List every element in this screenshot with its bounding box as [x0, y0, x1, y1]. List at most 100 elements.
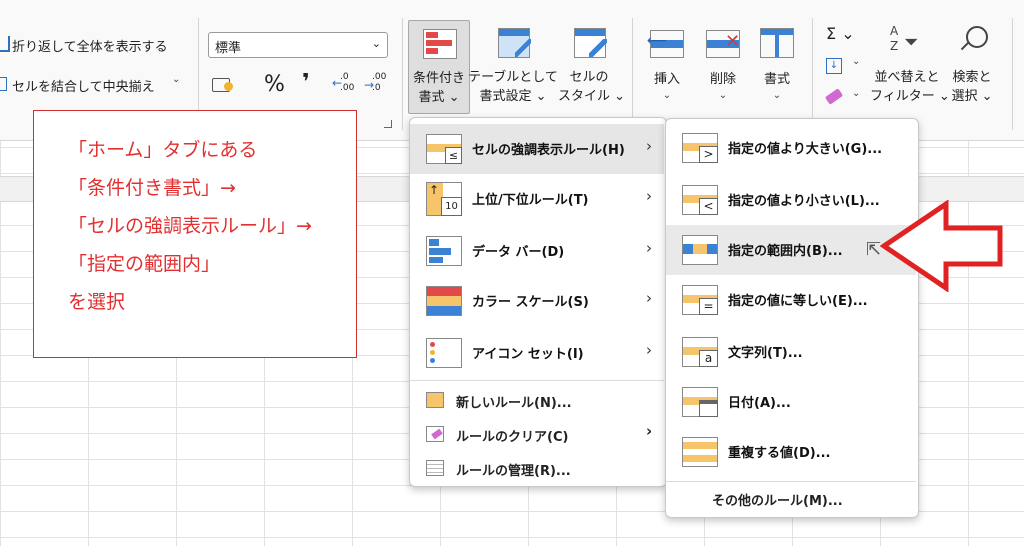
menu-item-icon-sets[interactable]: アイコン セット(I) › — [410, 328, 664, 378]
number-group-launcher-icon[interactable] — [384, 120, 392, 128]
wrap-text-button[interactable]: 折り返して全体を表示する — [0, 34, 180, 56]
menu-item-more-rules[interactable]: その他のルール(M)... — [666, 483, 916, 513]
chevron-right-icon: › — [646, 137, 652, 155]
format-as-table-icon — [498, 28, 531, 58]
format-cells-button[interactable]: 書式 ⌄ — [750, 20, 804, 114]
menu-item-duplicate-values[interactable]: 重複する値(D)... — [666, 427, 916, 477]
text-contains-icon: a — [682, 337, 718, 367]
menu-item-greater-than[interactable]: > 指定の値より大きい(G)... — [666, 123, 916, 173]
conditional-formatting-label-1: 条件付き — [412, 71, 465, 86]
menu-item-label: 文字列(T)... — [728, 346, 803, 361]
instruction-annotation: 「ホーム」タブにある 「条件付き書式」→ 「セルの強調表示ルール」→ 「指定の範… — [33, 110, 357, 358]
equal-to-icon: = — [682, 285, 718, 315]
menu-item-clear-rules[interactable]: ルールのクリア(C) › — [410, 418, 664, 450]
cell-styles-label-2: スタイル ⌄ — [558, 89, 626, 104]
highlight-rules-submenu: > 指定の値より大きい(G)... < 指定の値より小さい(L)... 指定の範… — [665, 118, 919, 518]
find-select-button[interactable]: 検索と 選択 ⌄ — [944, 20, 1000, 114]
menu-item-equal-to[interactable]: = 指定の値に等しい(E)... — [666, 275, 916, 325]
menu-item-label: アイコン セット(I) — [472, 347, 584, 362]
menu-item-label: データ バー(D) — [472, 245, 565, 260]
decrease-decimal-button[interactable]: → .00 .0 — [364, 72, 386, 96]
increase-decimal-button[interactable]: ← .0 .00 — [332, 72, 354, 96]
menu-item-less-than[interactable]: < 指定の値より小さい(L)... — [666, 175, 916, 225]
percent-style-button[interactable]: % — [264, 72, 285, 97]
cell-styles-label-1: セルの — [569, 70, 609, 85]
format-as-table-button[interactable]: テーブルとして 書式設定 ⌄ — [468, 20, 558, 114]
between-icon — [682, 235, 718, 265]
sort-filter-label-1: 並べ替えと — [874, 70, 940, 85]
menu-item-label: 指定の範囲内(B)... — [728, 244, 843, 259]
menu-item-color-scales[interactable]: カラー スケール(S) › — [410, 276, 664, 326]
menu-item-label: セルの強調表示ルール(H) — [472, 143, 625, 158]
mouse-cursor-icon: ⇱ — [866, 239, 882, 260]
chevron-right-icon: › — [646, 239, 652, 257]
chevron-right-icon: › — [646, 187, 652, 205]
sort-filter-icon: A Z ⏷ — [890, 24, 919, 53]
cell-styles-icon — [574, 28, 607, 58]
insert-cells-icon: ⟵ — [647, 30, 684, 58]
find-select-label-2: 選択 ⌄ — [951, 89, 993, 104]
sort-filter-label-2: フィルター ⌄ — [870, 89, 950, 104]
fill-button[interactable]: ↓ ⌄ — [826, 56, 866, 78]
comma-style-button[interactable]: ❜ — [302, 70, 310, 95]
less-than-icon: < — [682, 185, 718, 215]
chevron-down-icon: ⌄ — [662, 90, 672, 101]
manage-rules-icon — [426, 460, 444, 476]
decrease-decimal-label: .00 .0 — [372, 72, 387, 93]
magnifier-icon — [958, 26, 988, 58]
menu-item-between[interactable]: 指定の範囲内(B)... ⇱ — [666, 225, 916, 275]
date-occurring-icon — [682, 387, 718, 417]
menu-item-label: その他のルール(M)... — [712, 494, 843, 509]
chevron-down-icon: ⌄ — [772, 90, 782, 101]
annotation-line-3: 「セルの強調表示ルール」→ — [68, 215, 312, 237]
cell-styles-button[interactable]: セルの スタイル ⌄ — [558, 20, 626, 114]
icon-sets-icon — [426, 338, 462, 368]
find-select-label-1: 検索と — [952, 70, 992, 85]
menu-item-date-occurring[interactable]: 日付(A)... — [666, 377, 916, 427]
increase-decimal-label: .0 .00 — [340, 72, 355, 93]
conditional-formatting-button[interactable]: 条件付き 書式 ⌄ — [408, 20, 470, 114]
merge-center-icon — [0, 77, 7, 91]
new-rule-icon — [426, 392, 444, 408]
chevron-right-icon: › — [646, 422, 653, 440]
menu-item-text-contains[interactable]: a 文字列(T)... — [666, 327, 916, 377]
clear-button[interactable]: ⌄ — [824, 88, 866, 110]
menu-item-label: 指定の値より小さい(L)... — [728, 194, 880, 209]
conditional-formatting-label-2: 書式 ⌄ — [418, 90, 460, 105]
menu-item-data-bars[interactable]: データ バー(D) › — [410, 226, 664, 276]
highlight-rules-icon: ≤ — [426, 134, 462, 164]
format-as-table-label-2: 書式設定 ⌄ — [479, 89, 547, 104]
clear-rules-icon — [426, 426, 444, 442]
menu-item-highlight-rules[interactable]: ≤ セルの強調表示ルール(H) › — [410, 124, 664, 174]
eraser-icon — [824, 88, 844, 105]
annotation-line-2: 「条件付き書式」→ — [68, 177, 236, 199]
chevron-right-icon: › — [646, 341, 652, 359]
pointer-arrow-icon — [880, 200, 1003, 292]
delete-cells-button[interactable]: ✕ 削除 ⌄ — [696, 20, 750, 114]
insert-cells-button[interactable]: ⟵ 挿入 ⌄ — [640, 20, 694, 114]
number-format-select[interactable]: 標準 ⌄ — [208, 32, 388, 58]
annotation-line-4: 「指定の範囲内」 — [68, 253, 221, 275]
delete-cells-icon: ✕ — [706, 30, 740, 58]
duplicate-values-icon — [682, 437, 718, 467]
menu-item-label: 重複する値(D)... — [728, 446, 831, 461]
chevron-down-icon: ⌄ — [371, 37, 381, 50]
menu-item-new-rule[interactable]: 新しいルール(N)... — [410, 384, 664, 416]
sort-filter-button[interactable]: A Z ⏷ 並べ替えと フィルター ⌄ — [870, 20, 950, 114]
annotation-line-1: 「ホーム」タブにある — [68, 139, 258, 161]
menu-item-label: 指定の値に等しい(E)... — [728, 294, 868, 309]
merge-center-dropdown[interactable]: ⌄ — [172, 74, 180, 85]
fill-dropdown: ⌄ — [852, 56, 861, 67]
menu-item-label: 上位/下位ルール(T) — [472, 193, 589, 208]
clear-dropdown: ⌄ — [852, 88, 861, 99]
chevron-down-icon: ⌄ — [718, 90, 728, 101]
menu-item-label: 日付(A)... — [728, 396, 791, 411]
fill-icon: ↓ — [826, 58, 842, 74]
menu-item-top-bottom-rules[interactable]: ↑ 10 上位/下位ルール(T) › — [410, 174, 664, 224]
merge-center-button[interactable]: セルを結合して中央揃え ⌄ — [0, 74, 190, 96]
menu-item-label: カラー スケール(S) — [472, 295, 589, 310]
autosum-button[interactable]: Σ ⌄ — [826, 24, 855, 43]
top-bottom-rules-icon: ↑ 10 — [426, 182, 462, 216]
accounting-format-icon[interactable] — [212, 76, 238, 94]
menu-item-manage-rules[interactable]: ルールの管理(R)... — [410, 452, 664, 484]
